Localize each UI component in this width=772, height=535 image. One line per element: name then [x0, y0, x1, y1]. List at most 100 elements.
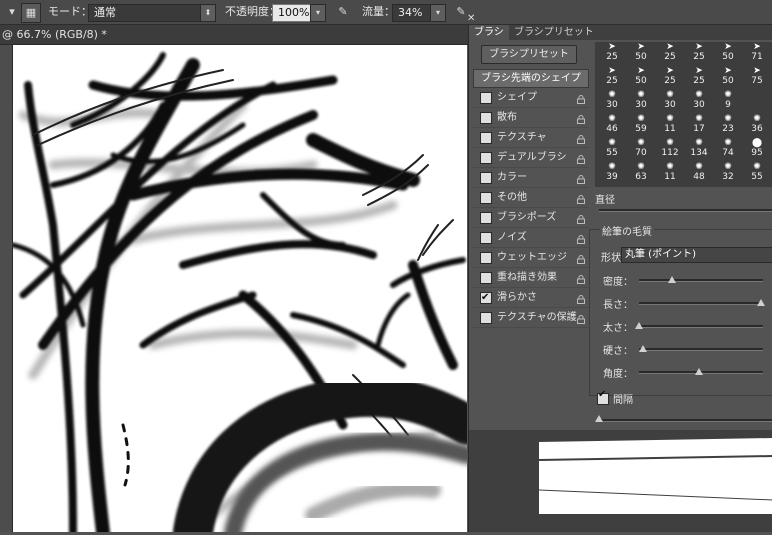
brush-preset-cell[interactable]: ✺ 30 [684, 88, 714, 112]
brush-option-checkbox[interactable] [480, 272, 492, 284]
brush-preset-cell[interactable]: ✺ 11 [655, 112, 685, 136]
brush-preset-cell[interactable]: ➤ 25 [597, 64, 627, 88]
lock-icon[interactable] [577, 292, 585, 304]
diameter-slider[interactable] [599, 209, 772, 212]
brush-preset-cell[interactable]: ✺ 55 [597, 136, 627, 160]
brush-preset-cell[interactable]: ✺ 70 [626, 136, 656, 160]
panel-close-icon[interactable]: ✕ [467, 13, 475, 24]
brush-option-checkbox[interactable] [480, 172, 492, 184]
brush-option-checkbox[interactable] [480, 212, 492, 224]
brush-preset-cell[interactable]: ➤ 25 [655, 64, 685, 88]
spacing-slider-thumb[interactable] [595, 415, 603, 422]
brush-preset-cell[interactable]: ➤ 50 [626, 64, 656, 88]
brush-preset-cell[interactable]: ✺ 134 [684, 136, 714, 160]
lock-icon[interactable] [577, 132, 585, 144]
bristle-slider-thumb[interactable] [756, 299, 765, 306]
brush-option-row[interactable]: デュアルブラシ [473, 148, 589, 168]
spacing-slider[interactable] [597, 419, 772, 422]
lock-icon[interactable] [577, 212, 585, 224]
brush-option-row[interactable]: ノイズ [473, 228, 589, 248]
brush-option-row[interactable]: 滑らかさ [473, 288, 589, 308]
brush-preset-cell[interactable]: ➤ 25 [655, 40, 685, 64]
brush-option-checkbox[interactable] [480, 232, 492, 244]
mode-select[interactable]: 通常 [88, 4, 212, 22]
pressure-opacity-icon[interactable]: ✎ [334, 3, 352, 21]
bristle-shape-select[interactable]: 丸筆 (ポイント) [621, 247, 772, 263]
brush-preset-cell[interactable]: ✺ 55 [742, 160, 772, 184]
brush-presets-button[interactable]: ブラシプリセット [481, 45, 577, 64]
brush-preset-cell[interactable]: ✺ 112 [655, 136, 685, 160]
brush-preset-cell[interactable]: ⬤ 95 [742, 136, 772, 160]
brush-preset-cell[interactable]: ✺ 17 [684, 112, 714, 136]
brush-preset-cell[interactable]: ➤ 50 [713, 64, 743, 88]
brush-option-row[interactable]: シェイプ [473, 88, 589, 108]
brush-option-row[interactable]: テクスチャの保護 [473, 308, 589, 328]
spacing-checkbox[interactable] [597, 389, 609, 405]
lock-icon[interactable] [577, 192, 585, 204]
brush-preset-cell[interactable]: ✺ 30 [597, 88, 627, 112]
brush-option-checkbox[interactable] [480, 312, 492, 324]
brush-option-row[interactable]: 散布 [473, 108, 589, 128]
brush-preset-cell[interactable]: ➤ 25 [684, 64, 714, 88]
brush-preset-cell[interactable]: ✺ 11 [655, 160, 685, 184]
brush-preset-cell[interactable]: ✺ 63 [626, 160, 656, 184]
bristle-slider-thumb[interactable] [694, 368, 703, 375]
brush-option-checkbox[interactable] [480, 112, 492, 124]
brush-option-row[interactable]: 重ね描き効果 [473, 268, 589, 288]
brush-preset-cell[interactable]: ✺ 59 [626, 112, 656, 136]
brush-preset-cell[interactable]: ✺ 39 [597, 160, 627, 184]
brush-option-row[interactable]: ブラシポーズ [473, 208, 589, 228]
brush-option-checkbox[interactable] [480, 252, 492, 264]
brush-preset-cell[interactable]: ✺ 36 [742, 112, 772, 136]
lock-icon[interactable] [577, 272, 585, 284]
brush-option-row[interactable]: テクスチャ [473, 128, 589, 148]
brush-preset-cell[interactable]: ➤ 25 [597, 40, 627, 64]
lock-icon[interactable] [577, 172, 585, 184]
brush-preset-cell[interactable]: ➤ 25 [684, 40, 714, 64]
document-tab[interactable]: @ 66.7% (RGB/8) * [0, 25, 470, 45]
canvas[interactable] [13, 45, 467, 532]
brush-option-row[interactable]: その他 [473, 188, 589, 208]
brush-panel-toggle-icon[interactable]: ▦ [21, 3, 41, 23]
bristle-slider-track[interactable] [639, 302, 763, 305]
tab-brush-presets[interactable]: ブラシプリセット [509, 25, 599, 40]
brush-option-row[interactable]: カラー [473, 168, 589, 188]
brush-preset-cell[interactable]: ✺ 46 [597, 112, 627, 136]
brush-preset-cell[interactable]: ➤ 50 [713, 40, 743, 64]
lock-icon[interactable] [577, 152, 585, 164]
lock-icon[interactable] [577, 312, 585, 324]
brush-preset-cell[interactable]: ➤ 50 [626, 40, 656, 64]
flow-field[interactable]: 34% [392, 4, 434, 22]
tab-brush[interactable]: ブラシ [469, 25, 509, 40]
lock-icon[interactable] [577, 232, 585, 244]
brush-option-row[interactable]: ウェットエッジ [473, 248, 589, 268]
bristle-slider-track[interactable] [639, 325, 763, 328]
brush-option-checkbox[interactable] [480, 152, 492, 164]
bristle-slider-track[interactable] [639, 348, 763, 351]
bristle-slider-track[interactable] [639, 279, 763, 282]
bristle-slider-thumb[interactable] [668, 276, 677, 283]
bristle-slider-thumb[interactable] [638, 345, 647, 352]
brush-option-checkbox[interactable] [480, 132, 492, 144]
brush-preset-cell[interactable]: ✺ 32 [713, 160, 743, 184]
brush-preset-cell[interactable]: ✺ 30 [655, 88, 685, 112]
brush-tip-shape-header[interactable]: ブラシ先端のシェイプ [473, 69, 589, 88]
mode-dropdown-arrow-icon[interactable]: ⬍ [200, 4, 216, 22]
bristle-slider-thumb[interactable] [635, 322, 643, 329]
brush-option-checkbox[interactable] [480, 288, 492, 307]
brush-preset-cell[interactable]: ✺ 9 [713, 88, 743, 112]
lock-icon[interactable] [577, 92, 585, 104]
brush-option-checkbox[interactable] [480, 92, 492, 104]
brush-preset-cell[interactable]: ✺ 30 [626, 88, 656, 112]
lock-icon[interactable] [577, 252, 585, 264]
lock-icon[interactable] [577, 112, 585, 124]
brush-preset-cell[interactable]: ➤ 71 [742, 40, 772, 64]
brush-preset-cell[interactable]: ➤ 75 [742, 64, 772, 88]
opacity-dropdown-arrow-icon[interactable]: ▾ [310, 4, 326, 22]
flow-dropdown-arrow-icon[interactable]: ▾ [430, 4, 446, 22]
brush-option-checkbox[interactable] [480, 192, 492, 204]
brush-preset-cell[interactable]: ✺ 23 [713, 112, 743, 136]
brush-preset-cell[interactable]: ✺ 74 [713, 136, 743, 160]
brush-preset-cell[interactable]: ✺ 48 [684, 160, 714, 184]
brush-preset-picker-icon[interactable]: ▾ [3, 3, 21, 21]
